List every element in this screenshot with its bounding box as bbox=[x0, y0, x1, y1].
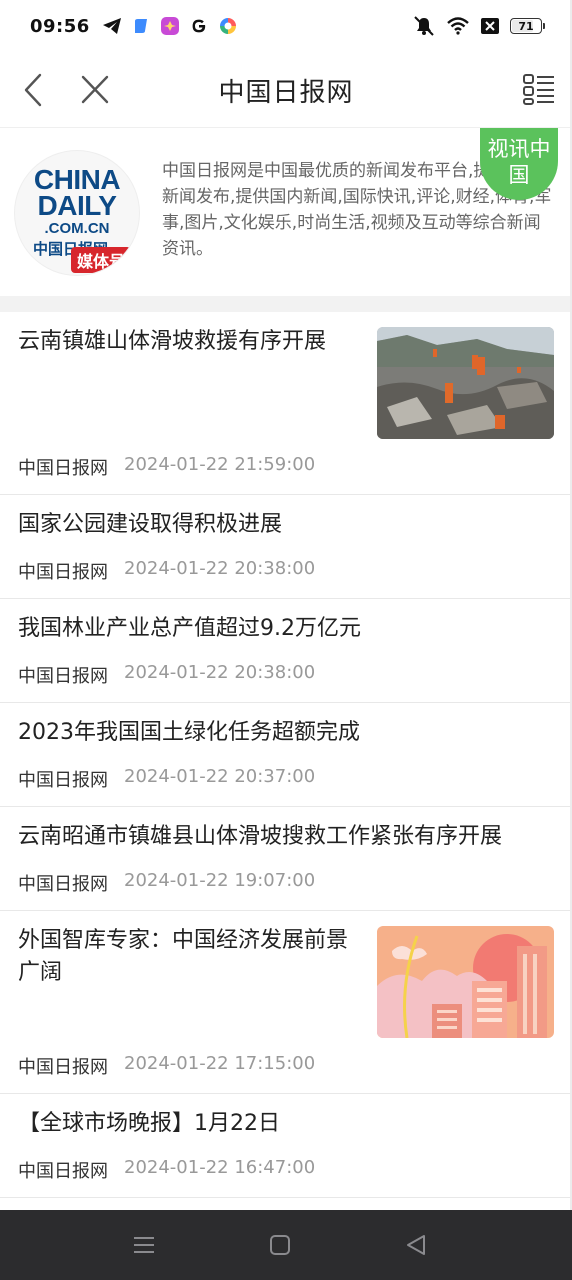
logo-text-daily: DAILY bbox=[37, 190, 117, 221]
news-meta: 中国日报网 2024-01-22 20:38:00 bbox=[18, 662, 315, 688]
city-illustration-image bbox=[377, 926, 554, 1038]
app-icon-pink bbox=[160, 16, 180, 36]
news-item[interactable]: 国家公园建设取得积极进展 中国日报网 2024-01-22 20:38:00 bbox=[0, 495, 572, 599]
status-bar: 09:56 71 bbox=[0, 0, 572, 52]
news-item[interactable]: 2023年我国国土绿化任务超额完成 中国日报网 2024-01-22 20:37… bbox=[0, 703, 572, 807]
news-meta: 中国日报网 2024-01-22 20:38:00 bbox=[18, 558, 315, 584]
page-title: 中国日报网 bbox=[218, 78, 354, 108]
news-item[interactable]: 外国智库专家：中国经济发展前景广阔 中国日报网 2024-01-22 17:15… bbox=[0, 911, 572, 1094]
news-item[interactable]: 我国林业产业总产值超过9.2万亿元 中国日报网 2024-01-22 20:38… bbox=[0, 599, 572, 703]
system-nav-bar bbox=[0, 1210, 572, 1280]
news-source: 中国日报网 bbox=[18, 666, 108, 687]
mute-icon bbox=[412, 15, 436, 37]
news-title: 国家公园建设取得积极进展 bbox=[18, 512, 283, 537]
news-title: 2023年我国国土绿化任务超额完成 bbox=[18, 720, 360, 745]
news-time: 2024-01-22 17:15:00 bbox=[124, 1053, 316, 1074]
news-title: 【全球市场晚报】1月22日 bbox=[18, 1111, 280, 1136]
news-meta: 中国日报网 2024-01-22 16:47:00 bbox=[18, 1157, 315, 1183]
google-g-icon bbox=[190, 17, 208, 35]
menu-button[interactable] bbox=[522, 72, 556, 106]
news-item[interactable]: 云南镇雄山体滑坡救援有序开展 中国日报网 2024-01-22 21:59:00 bbox=[0, 312, 572, 495]
logo-badge: 媒体号 bbox=[71, 247, 132, 273]
list-menu-icon bbox=[523, 74, 554, 105]
news-source: 中国日报网 bbox=[18, 770, 108, 791]
news-list: 云南镇雄山体滑坡救援有序开展 中国日报网 2024-01-22 21:59:00… bbox=[0, 312, 572, 1198]
app-icon-colorful bbox=[218, 16, 238, 36]
back-triangle-icon bbox=[407, 1235, 425, 1255]
news-title: 我国林业产业总产值超过9.2万亿元 bbox=[18, 616, 361, 641]
menu-lines-icon bbox=[134, 1237, 154, 1253]
news-time: 2024-01-22 16:47:00 bbox=[124, 1157, 316, 1178]
system-back-button[interactable] bbox=[402, 1232, 430, 1258]
news-meta: 中国日报网 2024-01-22 20:37:00 bbox=[18, 766, 315, 792]
news-meta: 中国日报网 2024-01-22 19:07:00 bbox=[18, 870, 315, 896]
publisher-logo[interactable]: CHINA DAILY .COM.CN 中国日报网 媒体号 bbox=[15, 151, 139, 275]
news-item[interactable]: 云南昭通市镇雄县山体滑坡搜救工作紧张有序开展 中国日报网 2024-01-22 … bbox=[0, 807, 572, 911]
wifi-icon bbox=[446, 16, 470, 36]
status-time: 09:56 bbox=[30, 15, 90, 37]
status-right-icons: 71 bbox=[412, 15, 545, 37]
news-time: 2024-01-22 20:38:00 bbox=[124, 662, 316, 683]
news-title: 外国智库专家：中国经济发展前景广阔 bbox=[18, 928, 349, 985]
app-icon-blue bbox=[132, 17, 150, 35]
section-divider bbox=[0, 296, 572, 312]
news-thumbnail-economy[interactable] bbox=[377, 926, 554, 1038]
news-thumbnail-rescue[interactable] bbox=[377, 327, 554, 439]
battery: 71 bbox=[510, 18, 545, 34]
news-item[interactable]: 【全球市场晚报】1月22日 中国日报网 2024-01-22 16:47:00 bbox=[0, 1094, 572, 1198]
status-left-icons bbox=[102, 16, 238, 36]
home-square-icon bbox=[270, 1235, 290, 1255]
battery-icon: 71 bbox=[510, 18, 545, 34]
news-time: 2024-01-22 21:59:00 bbox=[124, 454, 316, 475]
news-meta: 中国日报网 2024-01-22 21:59:00 bbox=[18, 454, 315, 480]
telegram-icon bbox=[102, 17, 122, 35]
news-source: 中国日报网 bbox=[18, 874, 108, 895]
news-source: 中国日报网 bbox=[18, 458, 108, 479]
logo-text-domain: .COM.CN bbox=[44, 220, 110, 237]
publisher-profile: CHINA DAILY .COM.CN 中国日报网 媒体号 中国日报网是中国最优… bbox=[0, 128, 572, 296]
nav-header: 中国日报网 bbox=[0, 52, 572, 128]
close-box-icon bbox=[480, 17, 500, 35]
news-source: 中国日报网 bbox=[18, 562, 108, 583]
news-title: 云南昭通市镇雄县山体滑坡搜救工作紧张有序开展 bbox=[18, 824, 503, 849]
news-meta: 中国日报网 2024-01-22 17:15:00 bbox=[18, 1053, 315, 1079]
news-title: 云南镇雄山体滑坡救援有序开展 bbox=[18, 329, 327, 354]
home-button[interactable] bbox=[266, 1232, 294, 1258]
news-source: 中国日报网 bbox=[18, 1057, 108, 1078]
news-time: 2024-01-22 20:37:00 bbox=[124, 766, 316, 787]
news-source: 中国日报网 bbox=[18, 1161, 108, 1182]
battery-percent: 71 bbox=[518, 19, 534, 33]
news-time: 2024-01-22 20:38:00 bbox=[124, 558, 316, 579]
recent-apps-button[interactable] bbox=[130, 1232, 158, 1258]
news-time: 2024-01-22 19:07:00 bbox=[124, 870, 316, 891]
landslide-rescue-image bbox=[377, 327, 554, 439]
